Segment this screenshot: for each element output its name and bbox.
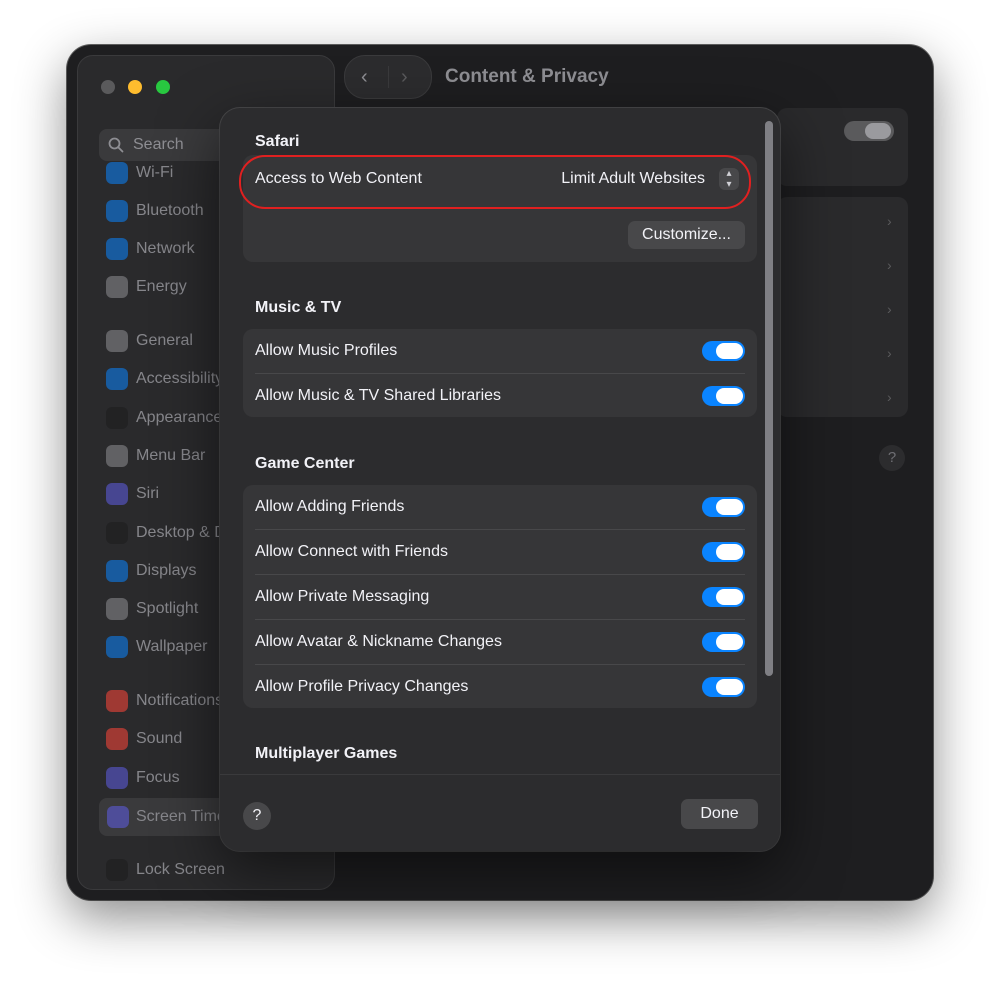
toggle-row-label: Allow Private Messaging — [255, 588, 430, 605]
toggle-row: Allow Avatar & Nickname Changes — [243, 620, 757, 665]
navigation-buttons: ‹ › — [344, 55, 432, 99]
forward-chevron-icon[interactable]: › — [401, 66, 408, 89]
toggle-row: Allow Music & TV Shared Libraries — [243, 374, 757, 417]
accessibility-icon — [106, 368, 128, 390]
sidebar-item-label: Sound — [136, 730, 183, 747]
web-content-row[interactable]: Access to Web Content Limit Adult Websit… — [243, 157, 757, 202]
toggle-row-label: Allow Profile Privacy Changes — [255, 678, 469, 695]
toggle-row: Allow Private Messaging — [243, 575, 757, 620]
sidebar-item-label: Screen Time — [136, 808, 226, 825]
toggle-row: Allow Music Profiles — [243, 329, 757, 374]
popup-chevrons-icon[interactable]: ▴ ▾ — [719, 168, 739, 190]
background-help-button[interactable]: ? — [879, 445, 905, 471]
zoom-window-button[interactable] — [156, 80, 170, 94]
sidebar-item-label: Appearance — [136, 409, 223, 426]
chevron-right-icon[interactable]: › — [887, 257, 892, 273]
bell-icon — [106, 690, 128, 712]
sidebar-item-label: Accessibility — [136, 370, 224, 387]
toggle-row: Allow Profile Privacy Changes — [243, 665, 757, 708]
background-card — [777, 108, 908, 186]
chevron-right-icon[interactable]: › — [887, 345, 892, 361]
help-button[interactable]: ? — [243, 802, 271, 830]
scrollbar[interactable] — [765, 121, 773, 676]
toggle-switch[interactable] — [702, 386, 745, 406]
section-title-safari: Safari — [255, 133, 300, 150]
chevron-right-icon[interactable]: › — [887, 213, 892, 229]
toggle-knob — [716, 589, 743, 605]
gear-icon — [106, 330, 128, 352]
moon-icon — [106, 767, 128, 789]
sidebar-item-label: Bluetooth — [136, 202, 204, 219]
siri-icon — [106, 483, 128, 505]
toggle-knob — [716, 343, 743, 359]
toggle-knob — [716, 679, 743, 695]
menu-bar-icon — [106, 445, 128, 467]
sidebar-item-label: Lock Screen — [136, 861, 225, 878]
toggle-row: Allow Connect with Friends — [243, 530, 757, 575]
toggle-switch[interactable] — [702, 677, 745, 697]
dialog-scroll-area[interactable]: Safari Access to Web Content Limit Adult… — [220, 108, 780, 774]
sidebar-item-label: Network — [136, 240, 195, 257]
toggle-row-label: Allow Adding Friends — [255, 498, 405, 515]
wifi-icon — [106, 162, 128, 184]
chevron-right-icon[interactable]: › — [887, 301, 892, 317]
toggle-knob — [716, 634, 743, 650]
toggle-knob — [716, 544, 743, 560]
minimize-window-button[interactable] — [128, 80, 142, 94]
done-button[interactable]: Done — [681, 799, 758, 829]
window-title: Content & Privacy — [445, 66, 609, 87]
close-window-button[interactable] — [101, 80, 115, 94]
section-title-game-center: Game Center — [255, 455, 355, 472]
wallpaper-icon — [106, 636, 128, 658]
sidebar-item-label: Menu Bar — [136, 447, 206, 464]
sidebar-item-label: Siri — [136, 485, 160, 502]
displays-icon — [106, 560, 128, 582]
spotlight-icon — [106, 598, 128, 620]
chevron-right-icon[interactable]: › — [887, 389, 892, 405]
search-icon — [108, 137, 124, 153]
toggle-switch[interactable] — [702, 587, 745, 607]
desktop-icon — [106, 522, 128, 544]
sidebar-item-label: General — [136, 332, 193, 349]
hourglass-icon — [107, 806, 129, 828]
sidebar-item-label: Energy — [136, 278, 187, 295]
sidebar-item-label: Wallpaper — [136, 638, 208, 655]
sidebar-item-label: Wi-Fi — [136, 164, 174, 181]
web-content-value[interactable]: Limit Adult Websites — [561, 170, 705, 188]
search-placeholder: Search — [133, 136, 184, 153]
game-center-group: Allow Adding Friends Allow Connect with F… — [243, 485, 757, 708]
sidebar-item-label: Focus — [136, 769, 180, 786]
sidebar-item-lock-screen[interactable]: Lock Screen — [106, 857, 336, 885]
web-content-label: Access to Web Content — [255, 170, 422, 187]
divider — [388, 66, 389, 88]
toggle-switch[interactable] — [702, 632, 745, 652]
toggle-knob — [716, 499, 743, 515]
toggle-row-label: Allow Connect with Friends — [255, 543, 448, 560]
toggle-row-label: Allow Avatar & Nickname Changes — [255, 633, 502, 650]
toggle-switch[interactable] — [702, 497, 745, 517]
sidebar-item-label: Notifications — [136, 692, 224, 709]
toggle-row-label: Allow Music Profiles — [255, 342, 398, 359]
sidebar-item-label: Displays — [136, 562, 197, 579]
toggle-knob — [716, 388, 743, 404]
lock-icon — [106, 859, 128, 881]
section-title-multiplayer: Multiplayer Games — [255, 745, 398, 762]
toggle-switch[interactable] — [702, 542, 745, 562]
background-toggle[interactable] — [844, 121, 894, 141]
customize-button[interactable]: Customize... — [628, 221, 745, 249]
speaker-icon — [106, 728, 128, 750]
bolt-icon — [106, 276, 128, 298]
back-chevron-icon[interactable]: ‹ — [361, 66, 368, 89]
appearance-icon — [106, 407, 128, 429]
bluetooth-icon — [106, 200, 128, 222]
music-group: Allow Music Profiles Allow Music & TV Sha… — [243, 329, 757, 417]
toggle-switch[interactable] — [702, 341, 745, 361]
globe-icon — [106, 238, 128, 260]
sidebar-item-label: Spotlight — [136, 600, 199, 617]
section-title-music: Music & TV — [255, 299, 342, 316]
content-privacy-dialog: Safari Access to Web Content Limit Adult… — [220, 108, 780, 851]
dialog-footer: ? Done — [220, 774, 780, 851]
toggle-row-label: Allow Music & TV Shared Libraries — [255, 387, 502, 404]
toggle-row: Allow Adding Friends — [243, 485, 757, 530]
